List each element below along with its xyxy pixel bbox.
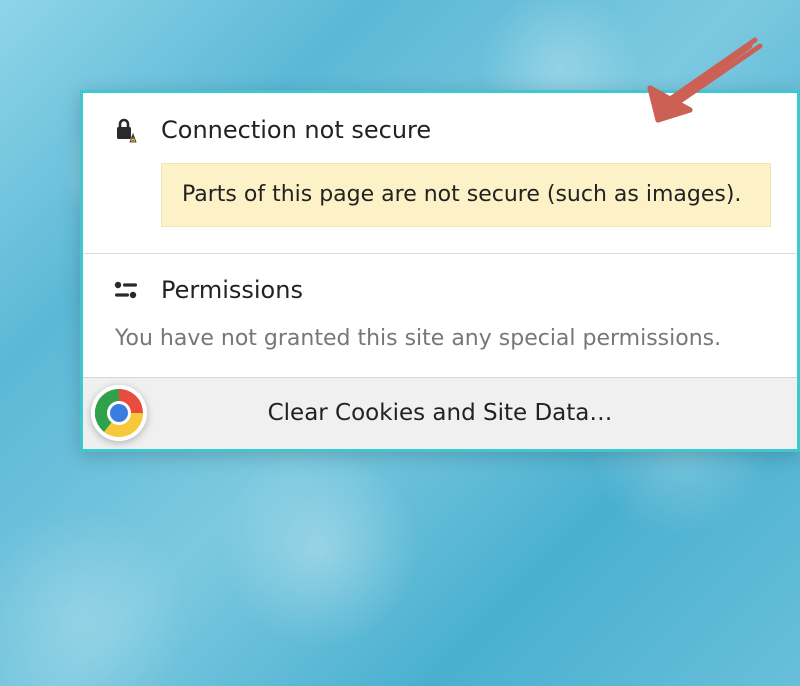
connection-warning-banner: Parts of this page are not secure (such … bbox=[161, 163, 771, 227]
clear-cookies-button[interactable]: Clear Cookies and Site Data… bbox=[83, 377, 797, 449]
connection-header: Connection not secure bbox=[109, 115, 771, 145]
chrome-icon bbox=[89, 383, 149, 443]
permissions-icon bbox=[109, 279, 143, 301]
site-info-popup: Connection not secure Parts of this page… bbox=[80, 90, 800, 452]
connection-section: Connection not secure Parts of this page… bbox=[83, 93, 797, 253]
permissions-title: Permissions bbox=[161, 276, 303, 304]
permissions-message: You have not granted this site any speci… bbox=[109, 326, 771, 351]
permissions-header: Permissions bbox=[109, 276, 771, 304]
permissions-section: Permissions You have not granted this si… bbox=[83, 253, 797, 377]
connection-title: Connection not secure bbox=[161, 116, 431, 144]
clear-cookies-label: Clear Cookies and Site Data… bbox=[268, 400, 613, 426]
lock-warning-icon bbox=[109, 115, 143, 145]
